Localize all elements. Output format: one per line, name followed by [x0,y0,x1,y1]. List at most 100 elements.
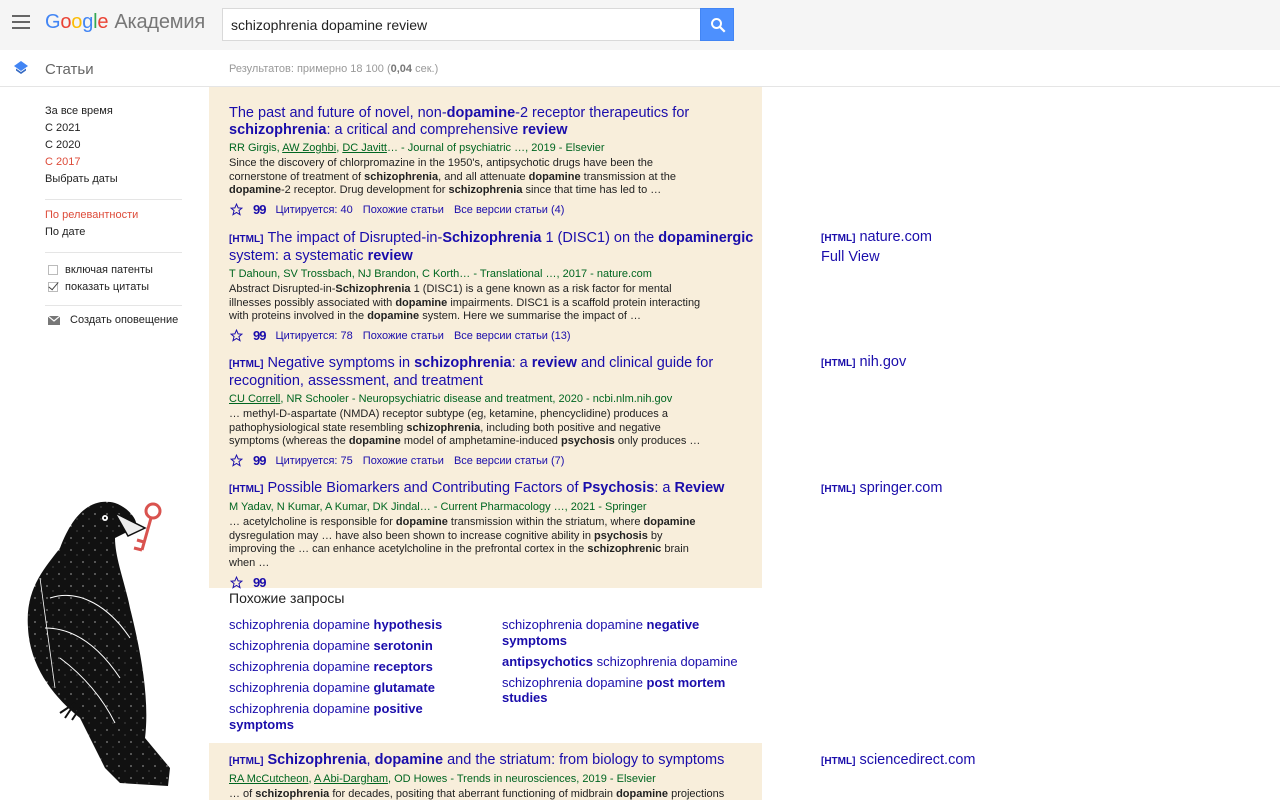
related-search-link[interactable]: schizophrenia dopamine serotonin [229,638,459,654]
result-snippet: … acetylcholine is responsible for dopam… [229,516,696,570]
star-icon[interactable] [230,575,243,589]
result-title-text[interactable]: The impact of Disrupted-in-Schizophrenia… [229,230,753,264]
crow-with-key-illustration [27,501,171,786]
result-authors: T Dahoun, SV Trossbach, NJ Brandon, C Ko… [229,268,652,280]
result-snippet: Since the discovery of chlorpromazine in… [229,157,676,197]
format-tag: [HTML] [229,359,264,370]
result-item: [HTML] The impact of Disrupted-in-Schizop… [209,222,762,347]
related-searches-title: Похожие запросы [229,590,345,606]
create-alert-link[interactable]: Создать оповещение [45,314,182,326]
all-versions-link[interactable]: Все версии статьи (7) [454,455,565,467]
filter-any-time[interactable]: За все время [45,104,182,121]
result-snippet: Abstract Disrupted-in-Schizophrenia 1 (D… [229,283,701,323]
result-title[interactable]: [HTML] Negative symptoms in schizophrenia… [229,355,754,390]
format-tag: [HTML] [229,484,264,495]
top-bar: Google Академия schizophrenia dopamine re… [0,0,1280,50]
full-view-link[interactable]: Full View [821,249,880,265]
filter-since-2020[interactable]: С 2020 [45,138,182,155]
quote-icon[interactable]: 99 [253,453,267,468]
include-citations-checkbox[interactable]: показать цитаты [45,278,182,295]
logo-letter-g2: g [82,11,94,33]
result-item: [HTML] Possible Biomarkers and Contributi… [209,472,762,590]
related-search-link[interactable]: schizophrenia dopamine hypothesis [229,617,459,633]
related-search-link[interactable]: schizophrenia dopamine positive symptoms [229,701,459,732]
star-icon[interactable] [230,329,243,342]
quote-icon[interactable]: 99 [253,202,267,217]
filter-since-2017[interactable]: С 2017 [45,155,182,172]
source-name: nih.gov [859,354,907,370]
format-tag: [HTML] [821,756,856,767]
result-authors: RR Girgis, AW Zoghbi, DC Javitt… - Journ… [229,142,605,154]
related-search-link[interactable]: antipsychotics schizophrenia dopamine [502,654,742,670]
related-articles-link[interactable]: Похожие статьи [363,204,444,216]
result-title[interactable]: The past and future of novel, non-dopami… [229,105,754,139]
related-search-link[interactable]: schizophrenia dopamine negative symptoms [502,617,712,648]
result-title[interactable]: [HTML] Schizophrenia, dopamine and the st… [229,752,754,770]
related-searches-right: schizophrenia dopamine negative symptoms… [502,617,742,711]
result-title[interactable]: [HTML] Possible Biomarkers and Contributi… [229,480,754,498]
search-input[interactable]: schizophrenia dopamine review [222,8,700,41]
result-authors: M Yadav, N Kumar, A Kumar, DK Jindal… - … [229,501,647,513]
result-actions: 99 Цитируется: 78 Похожие статьи Все вер… [229,328,762,343]
result-title[interactable]: [HTML] The impact of Disrupted-in-Schizop… [229,230,754,265]
related-search-link[interactable]: schizophrenia dopamine receptors [229,659,459,675]
results-time: 0,04 [390,63,413,75]
format-tag: [HTML] [821,233,856,244]
format-tag: [HTML] [229,234,264,245]
divider [45,252,182,253]
google-scholar-logo[interactable]: Google Академия [45,11,205,34]
result-title-text[interactable]: Possible Biomarkers and Contributing Fac… [267,480,724,496]
fulltext-link-nature[interactable]: [HTML] nature.com [821,229,932,245]
cited-by-link[interactable]: Цитируется: 75 [275,455,352,467]
related-searches-left: schizophrenia dopamine hypothesis schizo… [229,617,459,738]
checkbox-box[interactable] [48,264,58,275]
include-patents-label: включая патенты [65,263,153,276]
result-authors: CU Correll, NR Schooler - Neuropsychiatr… [229,393,673,405]
results-count: Результатов: примерно 18 100 (0,04 сек.) [229,63,438,75]
quote-icon[interactable]: 99 [253,575,267,590]
filter-since-2021[interactable]: С 2021 [45,121,182,138]
result-title-text[interactable]: Schizophrenia, dopamine and the striatum… [267,752,724,768]
related-search-link[interactable]: schizophrenia dopamine post mortem studi… [502,675,732,706]
all-versions-link[interactable]: Все версии статьи (4) [454,204,565,216]
fulltext-link-sciencedirect[interactable]: [HTML] sciencedirect.com [821,752,975,768]
menu-icon[interactable] [12,15,30,29]
result-actions: 99 [229,575,762,590]
result-actions: 99 Цитируется: 75 Похожие статьи Все вер… [229,453,762,468]
articles-label[interactable]: Статьи [45,61,94,78]
filters-sidebar: За все время С 2021 С 2020 С 2017 Выбрат… [45,104,182,326]
star-icon[interactable] [230,203,243,216]
result-item: [HTML] Schizophrenia, dopamine and the st… [209,743,762,800]
logo-suffix: Академия [114,11,205,33]
sort-by-relevance[interactable]: По релевантности [45,208,182,225]
checkbox-box-checked[interactable] [48,281,58,292]
format-tag: [HTML] [229,756,264,767]
source-name: springer.com [859,480,943,496]
all-versions-link[interactable]: Все версии статьи (13) [454,330,571,342]
quote-icon[interactable]: 99 [253,328,267,343]
include-citations-label: показать цитаты [65,280,150,293]
result-authors: RA McCutcheon, A Abi-Dargham, OD Howes -… [229,773,656,785]
section-bar: Статьи Результатов: примерно 18 100 (0,0… [0,50,1280,87]
format-tag: [HTML] [821,358,856,369]
sort-by-date[interactable]: По дате [45,225,182,242]
logo-letter-o1: o [60,11,72,33]
cited-by-link[interactable]: Цитируется: 40 [275,204,352,216]
star-icon[interactable] [230,454,243,467]
related-articles-link[interactable]: Похожие статьи [363,330,444,342]
search-icon [711,18,726,33]
fulltext-link-springer[interactable]: [HTML] springer.com [821,480,942,496]
logo-letter-o2: o [71,11,83,33]
cited-by-link[interactable]: Цитируется: 78 [275,330,352,342]
search-button[interactable] [700,8,734,41]
related-articles-link[interactable]: Похожие статьи [363,455,444,467]
results-prefix: Результатов: примерно 18 100 ( [229,63,391,75]
filter-custom-range[interactable]: Выбрать даты [45,172,182,189]
divider [45,305,182,306]
result-item: The past and future of novel, non-dopami… [209,87,762,222]
include-patents-checkbox[interactable]: включая патенты [45,261,182,278]
related-search-link[interactable]: schizophrenia dopamine glutamate [229,680,459,696]
result-snippet: … methyl-D-aspartate (NMDA) receptor sub… [229,408,701,448]
result-title-text[interactable]: Negative symptoms in schizophrenia: a re… [229,355,713,389]
fulltext-link-nih[interactable]: [HTML] nih.gov [821,354,906,370]
